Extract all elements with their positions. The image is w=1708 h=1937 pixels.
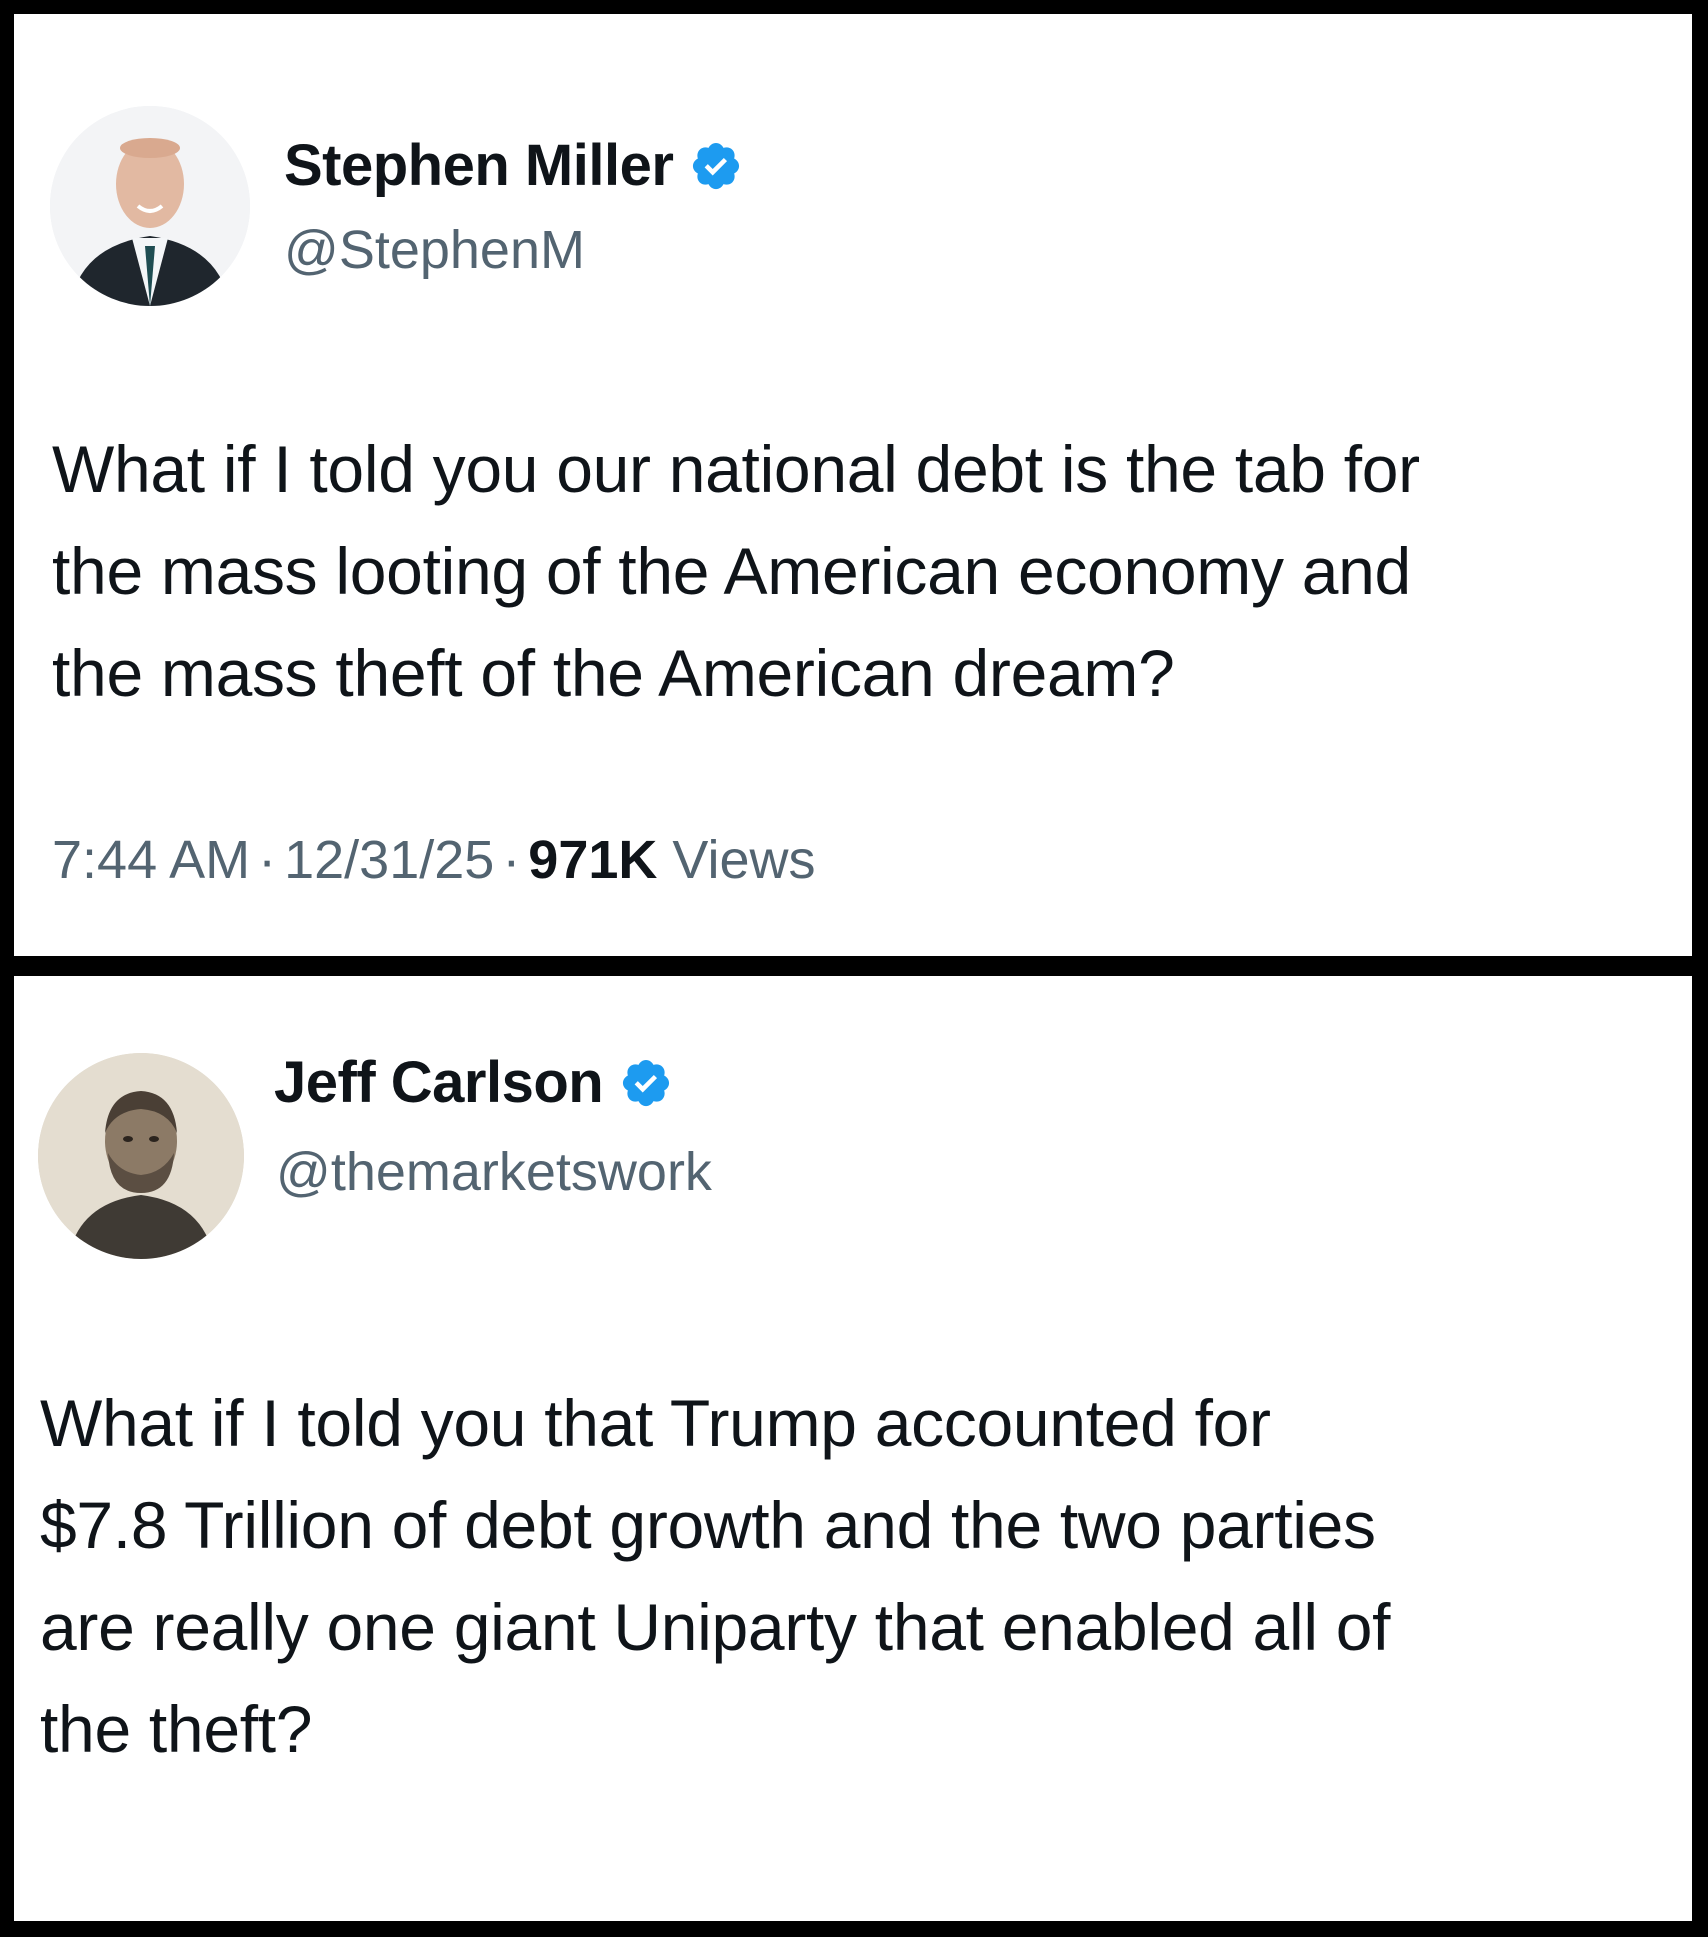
separator: · <box>502 830 521 890</box>
tweet-text-line: the mass theft of the American dream? <box>52 636 1175 710</box>
tweet-text-line: What if I told you that Trump accounted … <box>40 1386 1271 1460</box>
tweet-text-line: What if I told you our national debt is … <box>52 432 1420 506</box>
handle[interactable]: @StephenM <box>284 219 585 281</box>
tweet-text: What if I told you our national debt is … <box>52 418 1672 724</box>
handle[interactable]: @themarketswork <box>276 1141 712 1203</box>
name-row: Stephen Miller <box>284 132 743 199</box>
views-count: 971K <box>528 830 658 890</box>
verified-badge-icon <box>619 1056 673 1110</box>
name-row: Jeff Carlson <box>274 1049 673 1116</box>
tweet-text: What if I told you that Trump accounted … <box>40 1372 1680 1780</box>
separator: · <box>258 830 277 890</box>
display-name[interactable]: Stephen Miller <box>284 132 674 199</box>
tweet-text-line: the theft? <box>40 1692 313 1766</box>
tweet-date[interactable]: 12/31/25 <box>284 830 494 890</box>
profile-photo-icon <box>38 1053 244 1259</box>
tweet-text-line: $7.8 Trillion of debt growth and the two… <box>40 1488 1376 1562</box>
display-name[interactable]: Jeff Carlson <box>274 1049 604 1116</box>
verified-badge-icon <box>689 139 743 193</box>
tweet-meta: 7:44 AM · 12/31/25 · 971K Views <box>52 829 815 891</box>
views-label: Views <box>672 830 816 890</box>
tweet-text-line: the mass looting of the American economy… <box>52 534 1411 608</box>
tweet-card-2: Jeff Carlson @themarketswork What if I t… <box>14 976 1692 1921</box>
tweet-time[interactable]: 7:44 AM <box>52 830 250 890</box>
tweet-text-line: are really one giant Uniparty that enabl… <box>40 1590 1391 1664</box>
tweet-card-1: Stephen Miller @StephenM What if I told … <box>14 14 1692 956</box>
avatar[interactable] <box>50 106 250 306</box>
avatar[interactable] <box>38 1053 244 1259</box>
profile-photo-icon <box>50 106 250 306</box>
